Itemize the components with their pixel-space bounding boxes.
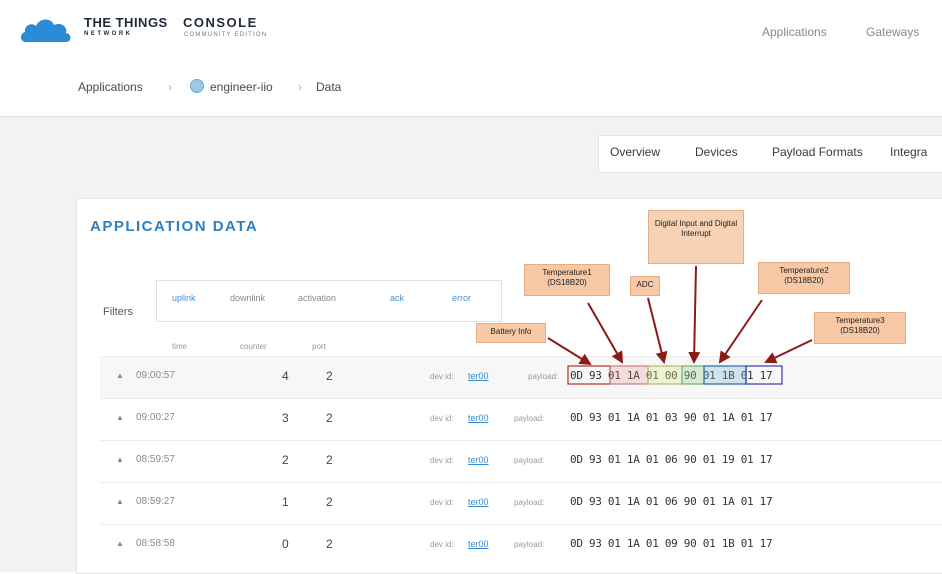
table-row[interactable]	[100, 356, 942, 399]
row-port: 2	[326, 537, 333, 551]
column-counter: counter	[240, 342, 267, 351]
brand-subname: NETWORK	[84, 31, 133, 37]
row-counter: 4	[282, 369, 289, 383]
row-port: 2	[326, 453, 333, 467]
payload-value: 0D 93 01 1A 01 09 90 01 1B 01 17	[570, 537, 773, 550]
payload-value: 0D 93 01 1A 01 00 90 01 1B 01 17	[570, 369, 773, 382]
filter-ack[interactable]: ack	[390, 293, 404, 303]
nav-applications[interactable]: Applications	[762, 25, 827, 39]
payload-value: 0D 93 01 1A 01 06 90 01 19 01 17	[570, 453, 773, 466]
row-port: 2	[326, 369, 333, 383]
globe-icon	[190, 79, 204, 93]
row-time: 08:58:58	[136, 538, 175, 549]
row-time: 09:00:57	[136, 370, 175, 381]
breadcrumb-applications[interactable]: Applications	[78, 80, 143, 94]
caret-up-icon: ▲	[116, 497, 124, 506]
payload-value: 0D 93 01 1A 01 03 90 01 1A 01 17	[570, 411, 773, 424]
dev-id-label: dev id:	[430, 498, 454, 507]
filter-error[interactable]: error	[452, 293, 471, 303]
row-port: 2	[326, 495, 333, 509]
tab-overview[interactable]: Overview	[610, 145, 660, 159]
payload-label: payload:	[528, 372, 559, 381]
row-counter: 0	[282, 537, 289, 551]
filter-downlink[interactable]: downlink	[230, 293, 265, 303]
row-time: 09:00:27	[136, 412, 175, 423]
column-time: time	[172, 342, 188, 351]
dev-id-link[interactable]: ter00	[468, 497, 489, 507]
annotation-battery-info: Battery Info	[476, 323, 546, 343]
breadcrumb-separator: ›	[298, 80, 302, 94]
dev-id-link[interactable]: ter00	[468, 539, 489, 549]
column-port: port	[312, 342, 326, 351]
annotation-temperature2: Temperature2 (DS18B20)	[758, 262, 850, 294]
payload-label: payload:	[514, 456, 545, 465]
payload-label: payload:	[514, 540, 545, 549]
dev-id-label: dev id:	[430, 414, 454, 423]
breadcrumb-data: Data	[316, 80, 342, 94]
annotation-digital-input: Digital Input and Digital Interrupt	[648, 210, 744, 264]
dev-id-link[interactable]: ter00	[468, 413, 489, 423]
breadcrumb-separator: ›	[168, 80, 172, 94]
dev-id-link[interactable]: ter00	[468, 371, 489, 381]
filter-activation[interactable]: activation	[298, 293, 336, 303]
annotation-temperature1: Temperature1 (DS18B20)	[524, 264, 610, 296]
dev-id-label: dev id:	[430, 456, 454, 465]
nav-gateways[interactable]: Gateways	[866, 25, 919, 39]
dev-id-label: dev id:	[430, 372, 454, 381]
row-counter: 3	[282, 411, 289, 425]
filters-label: Filters	[103, 306, 133, 318]
tab-payload-formats[interactable]: Payload Formats	[772, 145, 863, 159]
cloud-logo-icon[interactable]	[18, 14, 74, 44]
dev-id-label: dev id:	[430, 540, 454, 549]
payload-label: payload:	[514, 498, 545, 507]
annotation-adc: ADC	[630, 276, 660, 296]
brand-name: THE THINGS	[84, 15, 168, 30]
row-port: 2	[326, 411, 333, 425]
dev-id-link[interactable]: ter00	[468, 455, 489, 465]
edition-label: COMMUNITY EDITION	[184, 32, 268, 38]
top-bar: THE THINGS NETWORK CONSOLE COMMUNITY EDI…	[0, 0, 942, 59]
product-name: CONSOLE	[183, 15, 258, 30]
row-counter: 2	[282, 453, 289, 467]
tab-devices[interactable]: Devices	[695, 145, 738, 159]
caret-up-icon: ▲	[116, 539, 124, 548]
caret-up-icon: ▲	[116, 413, 124, 422]
payload-label: payload:	[514, 414, 545, 423]
caret-up-icon: ▲	[116, 371, 124, 380]
row-counter: 1	[282, 495, 289, 509]
payload-value: 0D 93 01 1A 01 06 90 01 1A 01 17	[570, 495, 773, 508]
breadcrumb-application-id[interactable]: engineer-iio	[210, 80, 273, 94]
row-time: 08:59:57	[136, 454, 175, 465]
tab-integrations[interactable]: Integra	[890, 145, 927, 159]
row-time: 08:59:27	[136, 496, 175, 507]
section-title: APPLICATION DATA	[90, 218, 259, 235]
caret-up-icon: ▲	[116, 455, 124, 464]
filter-uplink[interactable]: uplink	[172, 293, 196, 303]
annotation-temperature3: Temperature3 (DS18B20)	[814, 312, 906, 344]
